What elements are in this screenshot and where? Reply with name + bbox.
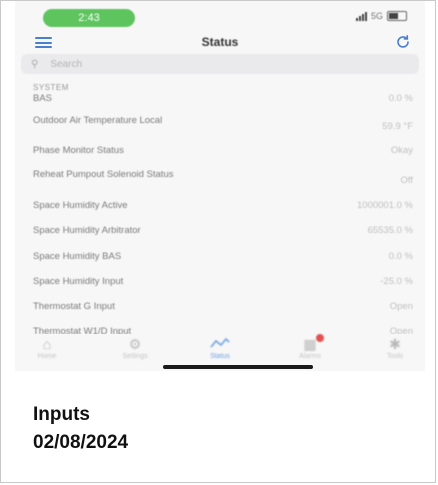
row-value: 65535.0 % xyxy=(367,225,413,236)
row-label: Phase Monitor Status xyxy=(33,145,124,156)
row-label: Space Humidity Arbitrator xyxy=(33,225,141,236)
row-value: Open xyxy=(389,301,413,312)
alarm-icon: ▦ xyxy=(303,336,317,352)
tab-label: Alarms xyxy=(299,353,321,360)
tab-alarms[interactable]: ▦ Alarms xyxy=(280,334,340,360)
tab-label: Status xyxy=(210,353,230,360)
status-bar: 2:43 5G xyxy=(15,1,425,29)
search-icon: ⚲ xyxy=(31,58,39,70)
alarm-badge xyxy=(316,334,324,342)
caption-date: 02/08/2024 xyxy=(33,432,129,453)
row-label: Space Humidity BAS xyxy=(33,251,122,262)
refresh-icon[interactable] xyxy=(395,34,411,50)
row-value: Okay xyxy=(390,145,413,156)
network-label: 5G xyxy=(370,11,383,21)
search-placeholder: Search xyxy=(50,58,83,70)
line-chart-icon xyxy=(190,336,250,352)
row-label: Thermostat G Input xyxy=(33,301,115,312)
system-icons: 5G xyxy=(355,11,407,21)
caption: Inputs 02/08/2024 xyxy=(33,401,128,457)
tab-label: Home xyxy=(37,353,57,360)
phone-screen: 2:43 5G Status ⚲ Search SYSTEM BAS 0.0 % xyxy=(15,1,425,371)
status-time: 2:43 xyxy=(43,9,135,27)
tab-label: Settings xyxy=(122,353,148,360)
house-icon: ⌂ xyxy=(42,336,52,352)
row-value: Off xyxy=(400,175,414,186)
nav-bar: Status xyxy=(15,29,425,57)
caption-title: Inputs xyxy=(33,404,90,425)
tab-label: Tools xyxy=(386,353,404,360)
page-title: Status xyxy=(201,35,239,49)
signal-icon xyxy=(355,11,367,21)
tools-icon: ✱ xyxy=(389,336,401,352)
row-label: BAS xyxy=(33,93,53,104)
row-label: Space Humidity Input xyxy=(33,276,124,287)
row-value: 59.9 °F xyxy=(382,121,413,132)
row-label: Reheat Pumpout Solenoid Status xyxy=(33,169,174,180)
search-input[interactable]: ⚲ Search xyxy=(21,54,419,74)
home-indicator xyxy=(163,365,313,369)
row-value: 0.0 % xyxy=(388,251,413,262)
screenshot-frame: 2:43 5G Status ⚲ Search SYSTEM BAS 0.0 % xyxy=(0,0,436,483)
row-value: 0.0 % xyxy=(388,93,413,104)
battery-icon xyxy=(387,11,407,21)
tab-status[interactable]: Status xyxy=(190,336,250,360)
tab-home[interactable]: ⌂ Home xyxy=(17,336,77,360)
row-value: -25.0 % xyxy=(380,276,413,287)
row-label: Space Humidity Active xyxy=(33,200,128,211)
row-label: Outdoor Air Temperature Local xyxy=(33,115,163,126)
gear-icon: ⚙ xyxy=(128,336,142,352)
tab-settings[interactable]: ⚙ Settings xyxy=(105,336,165,360)
row-value: 1000001.0 % xyxy=(357,200,413,211)
section-label: SYSTEM xyxy=(33,83,69,92)
tab-tools[interactable]: ✱ Tools xyxy=(365,336,425,360)
